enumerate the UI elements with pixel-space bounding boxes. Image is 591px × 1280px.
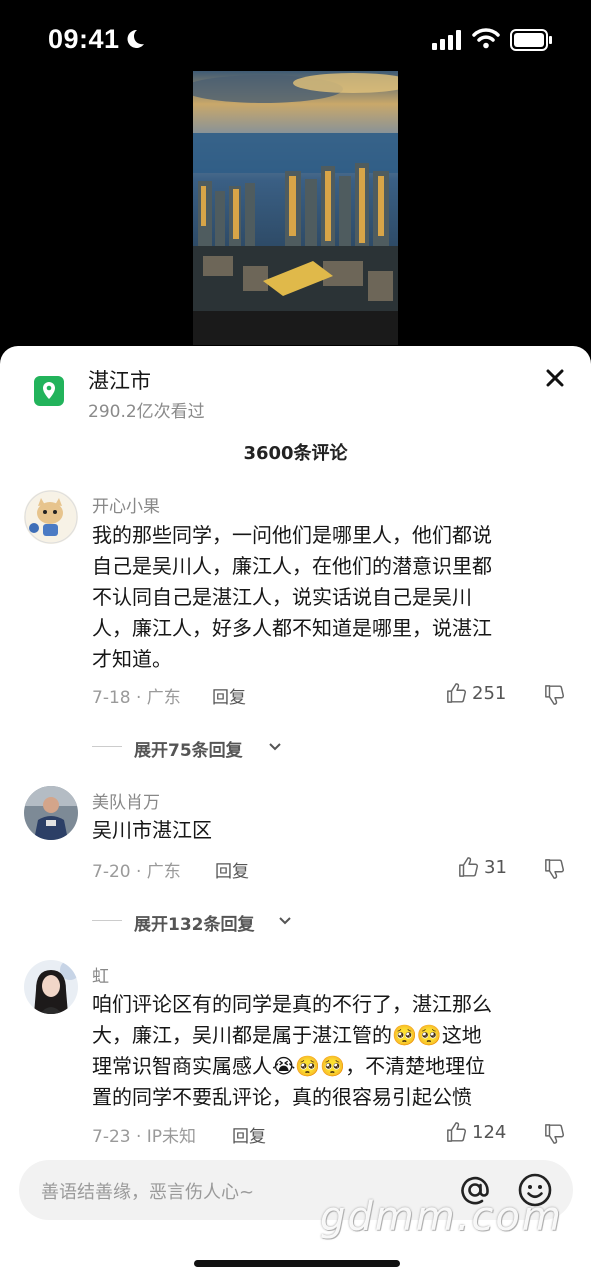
watermark: gdmm.com <box>320 1194 563 1240</box>
comment-meta: 7-20 · 广东 <box>92 862 181 882</box>
expand-replies-button[interactable]: 展开132条回复 <box>134 910 255 935</box>
comment-line: 我的那些同学，一问他们是哪里人，他们都说 <box>92 523 492 547</box>
emoji-pleading-icon: 🥺🥺 <box>392 1023 442 1047</box>
comment-username[interactable]: 美队肖万 <box>92 788 160 813</box>
comment-line: 咱们评论区有的同学是真的不行了，湛江那么 <box>92 992 492 1016</box>
comment-text: 我的那些同学，一问他们是哪里人，他们都说 自己是吴川人，廉江人，在他们的潜意识里… <box>92 520 562 675</box>
comment-line: 置的同学不要乱评论，真的很容易引起公愤 <box>92 1085 472 1109</box>
close-icon[interactable] <box>541 364 569 392</box>
signal-icon <box>432 30 461 50</box>
comment-input-placeholder: 善语结善缘，恶言伤人心~ <box>41 1182 255 1203</box>
reply-button[interactable]: 回复 <box>212 683 246 708</box>
divider <box>92 746 122 747</box>
comment-line-text: ，不清楚地理位 <box>345 1054 486 1078</box>
city-skyline-image <box>193 71 398 345</box>
thumbs-up-icon[interactable] <box>458 856 480 878</box>
thumbs-up-icon[interactable] <box>446 1121 468 1143</box>
comments-sheet: 湛江市 290.2亿次看过 3600条评论 开心小果 我的那些同学，一问他们是哪… <box>0 346 591 1280</box>
comment-line-text: 这地 <box>441 1023 482 1047</box>
like-count: 124 <box>472 1122 507 1143</box>
comment-line: 吴川市湛江区 <box>92 818 212 842</box>
comment-line: 理常识智商实属感人😭🥺🥺，不清楚地理位 <box>92 1051 562 1082</box>
location-title[interactable]: 湛江市 <box>88 365 151 395</box>
comments-count: 3600条评论 <box>243 443 348 464</box>
comment-username[interactable]: 开心小果 <box>92 492 160 517</box>
expand-replies-button[interactable]: 展开75条回复 <box>134 736 243 761</box>
comment-line: 不认同自己是湛江人，说实话说自己是吴川 <box>92 585 472 609</box>
location-pin-icon <box>34 376 64 406</box>
status-bar: 09:41 <box>0 0 591 80</box>
home-indicator <box>194 1260 400 1267</box>
emoji-crying-icon: 😭🥺🥺 <box>272 1054 346 1078</box>
reply-button[interactable]: 回复 <box>215 857 249 882</box>
like-count: 31 <box>484 857 507 878</box>
comment-meta: 7-18 · 广东 <box>92 688 181 708</box>
avatar[interactable] <box>24 960 78 1014</box>
thumbs-down-icon[interactable] <box>544 1123 566 1145</box>
comment-text: 吴川市湛江区 <box>92 815 562 846</box>
chevron-down-icon <box>269 743 281 751</box>
avatar[interactable] <box>24 490 78 544</box>
wifi-icon <box>472 28 500 49</box>
comment-line: 人，廉江人，好多人都不知道是哪里，说湛江 <box>92 616 492 640</box>
moon-icon <box>127 29 144 48</box>
comment-username[interactable]: 虹 <box>92 962 109 987</box>
like-count: 251 <box>472 683 507 704</box>
comment-line: 自己是吴川人，廉江人，在他们的潜意识里都 <box>92 554 492 578</box>
location-views: 290.2亿次看过 <box>88 402 205 422</box>
comment-line-text: 理常识智商实属感人 <box>92 1054 272 1078</box>
comment-line: 才知道。 <box>92 647 172 671</box>
thumbs-down-icon[interactable] <box>544 858 566 880</box>
video-preview[interactable] <box>193 71 398 345</box>
thumbs-up-icon[interactable] <box>446 682 468 704</box>
comment-text: 咱们评论区有的同学是真的不行了，湛江那么 大，廉江，吴川都是属于湛江管的🥺🥺这地… <box>92 989 562 1113</box>
status-time: 09:41 <box>48 24 120 54</box>
chevron-down-icon <box>279 917 291 925</box>
comment-line: 大，廉江，吴川都是属于湛江管的🥺🥺这地 <box>92 1020 562 1051</box>
battery-icon <box>510 29 552 51</box>
avatar[interactable] <box>24 786 78 840</box>
reply-button[interactable]: 回复 <box>232 1122 266 1147</box>
comment-line-text: 大，廉江，吴川都是属于湛江管的 <box>92 1023 392 1047</box>
thumbs-down-icon[interactable] <box>544 684 566 706</box>
comment-meta: 7-23 · IP未知 <box>92 1127 197 1147</box>
divider <box>92 920 122 921</box>
